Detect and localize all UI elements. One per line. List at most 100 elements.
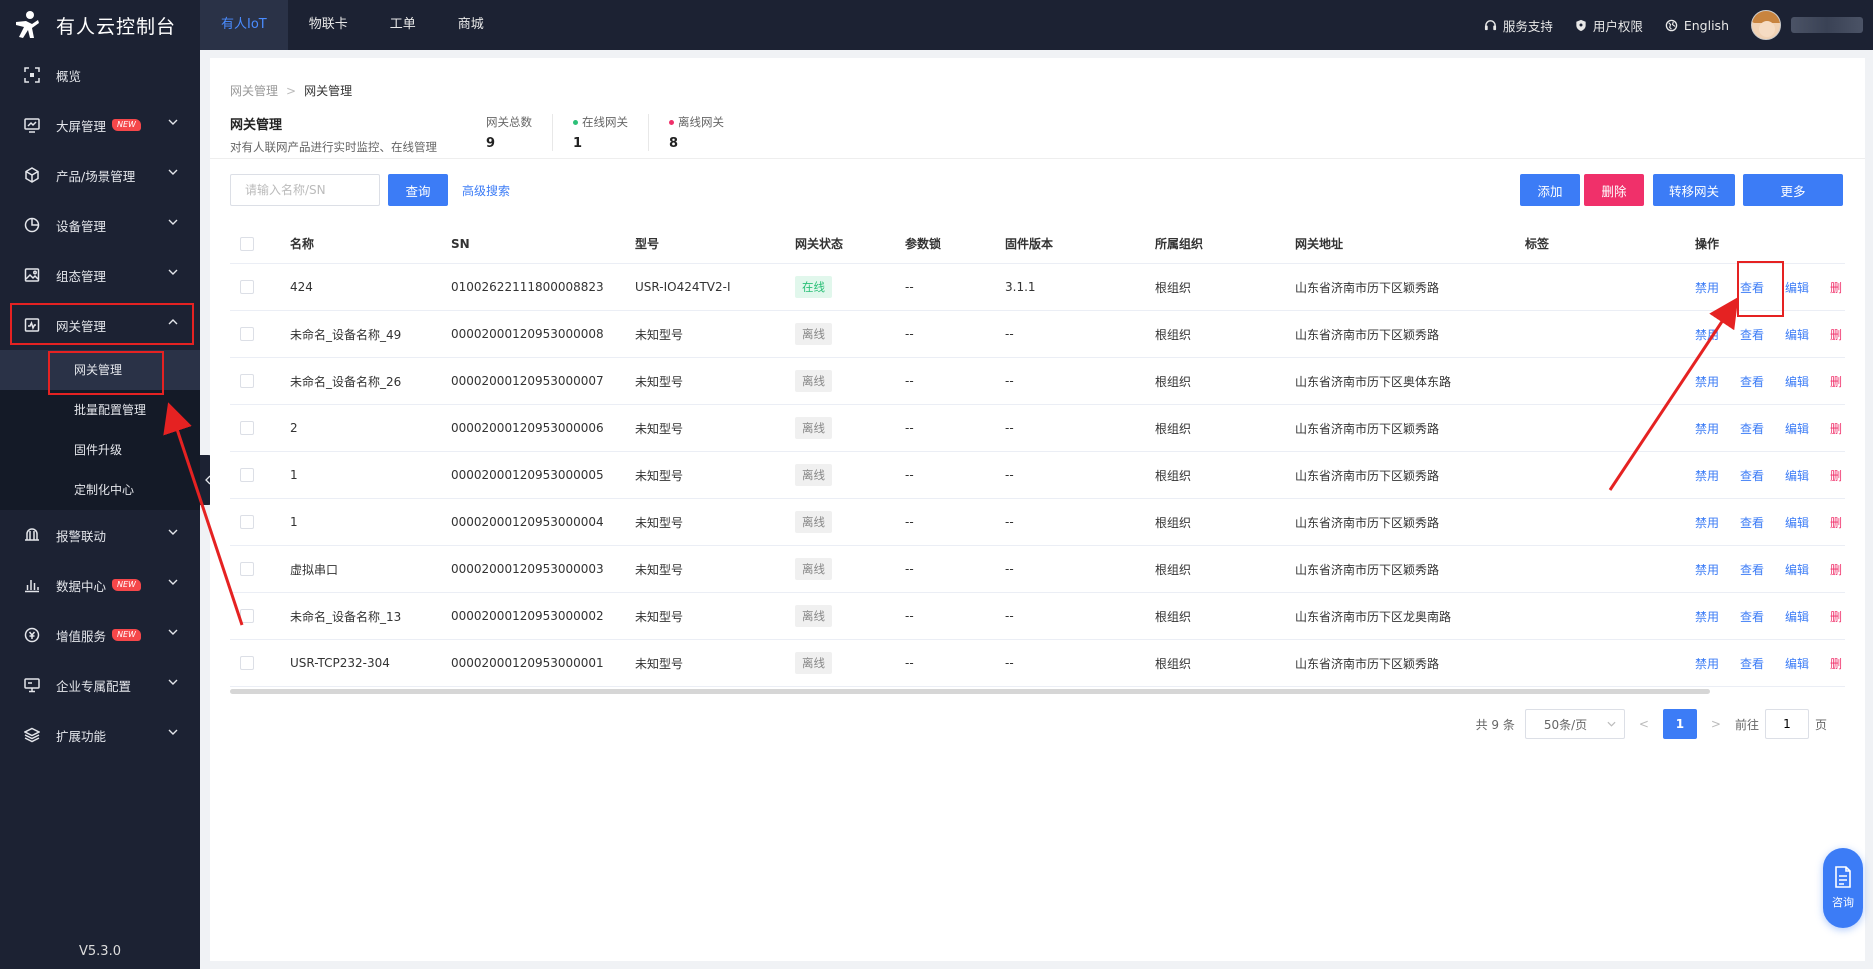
support-link[interactable]: 服务支持 [1484,16,1553,35]
row-checkbox[interactable] [240,374,254,388]
prev-page-icon[interactable]: < [1639,717,1649,731]
disable-link[interactable]: 禁用 [1695,655,1719,672]
edit-link[interactable]: 编辑 [1785,514,1809,531]
delete-link[interactable]: 删 [1830,655,1842,672]
more-button[interactable]: 更多 [1743,174,1843,206]
delete-link[interactable]: 删 [1830,279,1842,296]
delete-link[interactable]: 删 [1830,561,1842,578]
sidebar-item-device[interactable]: 设备管理 [0,200,200,250]
select-all-checkbox[interactable] [240,236,254,251]
logo[interactable]: 有人云控制台 [0,0,200,50]
edit-link[interactable]: 编辑 [1785,279,1809,296]
delete-link[interactable]: 删 [1830,420,1842,437]
row-checkbox[interactable] [240,468,254,482]
sidebar-item-bigscreen[interactable]: 大屏管理 NEW [0,100,200,150]
edit-link[interactable]: 编辑 [1785,655,1809,672]
view-link[interactable]: 查看 [1740,279,1764,296]
stat-offline: 离线网关 8 [648,114,744,151]
topnav-ticket[interactable]: 工单 [369,0,437,50]
delete-link[interactable]: 删 [1830,326,1842,343]
topnav-mall[interactable]: 商城 [437,0,505,50]
view-link[interactable]: 查看 [1740,514,1764,531]
delete-button[interactable]: 删除 [1584,174,1644,206]
sidebar-item-datacenter[interactable]: 数据中心 NEW [0,560,200,610]
disable-link[interactable]: 禁用 [1695,420,1719,437]
cell-param-lock: -- [905,421,914,435]
transfer-gateway-button[interactable]: 转移网关 [1653,174,1735,206]
topnav-iot[interactable]: 有人IoT [200,0,288,50]
edit-link[interactable]: 编辑 [1785,373,1809,390]
submenu-batch-config[interactable]: 批量配置管理 [0,390,200,430]
username-redacted[interactable] [1791,17,1863,33]
edit-link[interactable]: 编辑 [1785,467,1809,484]
disable-link[interactable]: 禁用 [1695,279,1719,296]
search-input[interactable] [230,174,380,206]
table-row: 1 00002000120953000004 未知型号 离线 -- -- 根组织 山东省济南市… [230,499,1845,546]
status-badge: 离线 [795,323,832,345]
horizontal-scrollbar[interactable] [230,689,1710,694]
language-switch[interactable]: English [1665,18,1729,33]
col-sn: SN [451,236,470,251]
sidebar-item-config[interactable]: 组态管理 [0,250,200,300]
row-checkbox[interactable] [240,656,254,670]
delete-link[interactable]: 删 [1830,514,1842,531]
page-title: 网关管理 [230,118,283,133]
row-checkbox[interactable] [240,562,254,576]
cell-org: 根组织 [1155,280,1192,295]
sidebar-item-gateway[interactable]: 网关管理 [0,300,200,350]
advanced-search-link[interactable]: 高级搜索 [462,182,510,199]
delete-link[interactable]: 删 [1830,373,1842,390]
sidebar-item-product[interactable]: 产品/场景管理 [0,150,200,200]
cell-org: 根组织 [1155,609,1192,624]
submenu-custom-center[interactable]: 定制化中心 [0,470,200,510]
row-checkbox[interactable] [240,327,254,341]
sidebar-item-alarm[interactable]: 报警联动 [0,510,200,560]
view-link[interactable]: 查看 [1740,655,1764,672]
page-size-select[interactable]: 50条/页 [1524,709,1625,739]
disable-link[interactable]: 禁用 [1695,326,1719,343]
disable-link[interactable]: 禁用 [1695,561,1719,578]
submenu-gateway-management[interactable]: 网关管理 [0,350,200,390]
page-number[interactable]: 1 [1662,709,1697,739]
view-link[interactable]: 查看 [1740,561,1764,578]
view-link[interactable]: 查看 [1740,373,1764,390]
submenu-firmware-upgrade[interactable]: 固件升级 [0,430,200,470]
disable-link[interactable]: 禁用 [1695,467,1719,484]
edit-link[interactable]: 编辑 [1785,561,1809,578]
sidebar-item-extensions[interactable]: 扩展功能 [0,710,200,760]
view-link[interactable]: 查看 [1740,420,1764,437]
disable-link[interactable]: 禁用 [1695,608,1719,625]
topnav-card[interactable]: 物联卡 [288,0,369,50]
avatar[interactable] [1751,10,1781,40]
row-checkbox[interactable] [240,609,254,623]
sidebar-item-value-added[interactable]: 增值服务 NEW [0,610,200,660]
chevron-down-icon [168,169,178,175]
breadcrumb-parent[interactable]: 网关管理 [230,82,278,99]
chevron-down-icon [168,579,178,585]
row-checkbox[interactable] [240,421,254,435]
goto-page-input[interactable] [1764,709,1809,739]
permission-link[interactable]: 用户权限 [1575,16,1643,35]
next-page-icon[interactable]: > [1711,717,1721,731]
edit-link[interactable]: 编辑 [1785,608,1809,625]
col-ops: 操作 [1695,237,1720,251]
view-link[interactable]: 查看 [1740,467,1764,484]
disable-link[interactable]: 禁用 [1695,514,1719,531]
cell-ops: 禁用 查看 编辑 删 [1695,608,1845,625]
edit-link[interactable]: 编辑 [1785,420,1809,437]
edit-link[interactable]: 编辑 [1785,326,1809,343]
row-checkbox[interactable] [240,280,254,294]
desktop-icon [24,678,40,693]
sidebar-item-enterprise[interactable]: 企业专属配置 [0,660,200,710]
delete-link[interactable]: 删 [1830,467,1842,484]
add-button[interactable]: 添加 [1520,174,1580,206]
disable-link[interactable]: 禁用 [1695,373,1719,390]
view-link[interactable]: 查看 [1740,608,1764,625]
view-link[interactable]: 查看 [1740,326,1764,343]
consult-button[interactable]: 咨询 [1823,848,1863,928]
query-button[interactable]: 查询 [388,174,448,206]
sidebar-item-overview[interactable]: 概览 [0,50,200,100]
cell-param-lock: -- [905,562,914,576]
delete-link[interactable]: 删 [1830,608,1842,625]
row-checkbox[interactable] [240,515,254,529]
